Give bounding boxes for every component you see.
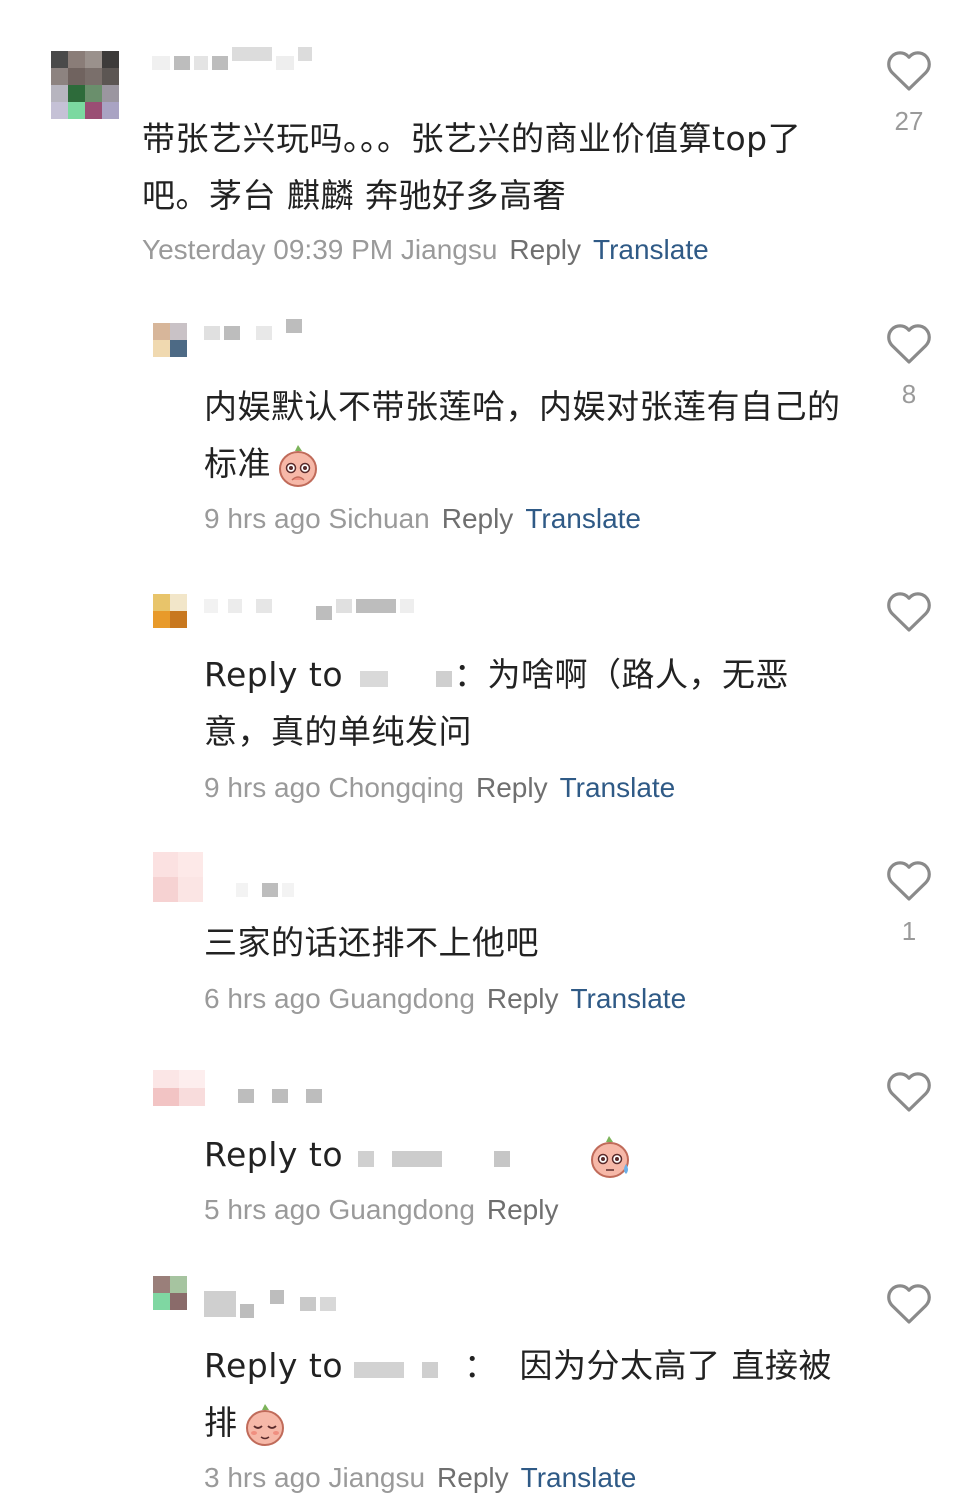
comment-text: 带张艺兴玩吗。。。张艺兴的商业价值算top了吧。茅台 麒麟 奔驰好多高奢 xyxy=(142,119,802,215)
translate-button[interactable]: Translate xyxy=(560,772,676,803)
like-button[interactable] xyxy=(884,1069,934,1113)
comment-meta: 6 hrs ago Guangdong Reply Translate xyxy=(204,982,686,1016)
like-count: 27 xyxy=(894,106,924,136)
comment-location: Jiangsu xyxy=(328,1462,426,1493)
comment-text: Reply to ：为啥啊（路人，无恶意，真的单纯发问 xyxy=(204,646,854,760)
like-button[interactable]: 27 xyxy=(884,48,934,137)
username-masked[interactable] xyxy=(204,1290,336,1318)
avatar[interactable] xyxy=(153,1276,187,1310)
avatar[interactable] xyxy=(153,323,187,357)
comment-meta: Yesterday 09:39 PM Jiangsu Reply Translate xyxy=(142,233,709,267)
mentioned-username-masked[interactable] xyxy=(354,1356,464,1380)
like-count: 1 xyxy=(901,916,917,946)
comment-meta: 9 hrs ago Sichuan Reply Translate xyxy=(204,502,641,536)
like-button[interactable] xyxy=(884,589,934,633)
reply-button[interactable]: Reply xyxy=(487,1194,559,1225)
translate-button[interactable]: Translate xyxy=(570,983,686,1014)
comment-location: Jiangsu xyxy=(400,234,498,265)
like-button[interactable] xyxy=(884,1281,934,1325)
avatar[interactable] xyxy=(153,852,203,902)
comment-time: Yesterday 09:39 PM xyxy=(142,234,394,265)
heart-outline-icon xyxy=(887,324,931,364)
heart-outline-icon xyxy=(887,51,931,91)
comment-location: Guangdong xyxy=(328,1194,475,1225)
heart-outline-icon xyxy=(887,1284,931,1324)
avatar[interactable] xyxy=(153,594,187,628)
translate-button[interactable]: Translate xyxy=(593,234,709,265)
username-masked[interactable] xyxy=(204,596,414,620)
comment-time: 3 hrs ago xyxy=(204,1462,321,1493)
like-button[interactable]: 8 xyxy=(884,321,934,410)
avatar[interactable] xyxy=(51,51,119,119)
heart-outline-icon xyxy=(887,592,931,632)
like-count: 8 xyxy=(901,379,917,409)
comment-location: Chongqing xyxy=(328,772,464,803)
peach-face-emoji xyxy=(588,1134,634,1180)
translate-button[interactable]: Translate xyxy=(525,503,641,534)
like-button[interactable]: 1 xyxy=(884,858,934,947)
comment-time: 9 hrs ago xyxy=(204,503,321,534)
comment-text: Reply to xyxy=(204,1126,854,1183)
comment-location: Guangdong xyxy=(328,983,475,1014)
username-masked[interactable] xyxy=(238,1086,322,1106)
reply-prefix: Reply to xyxy=(204,655,344,694)
comment-time: 6 hrs ago xyxy=(204,983,321,1014)
comment-time: 9 hrs ago xyxy=(204,772,321,803)
comment-meta: 9 hrs ago Chongqing Reply Translate xyxy=(204,771,675,805)
reply-button[interactable]: Reply xyxy=(487,983,559,1014)
reply-button[interactable]: Reply xyxy=(509,234,581,265)
comment-time: 5 hrs ago xyxy=(204,1194,321,1225)
mentioned-username-masked[interactable] xyxy=(354,1145,564,1169)
reply-prefix: Reply to xyxy=(204,1135,344,1174)
reply-button[interactable]: Reply xyxy=(442,503,514,534)
translate-button[interactable]: Translate xyxy=(521,1462,637,1493)
peach-face-emoji xyxy=(275,443,321,489)
comment-meta: 5 hrs ago Guangdong Reply xyxy=(204,1193,558,1227)
heart-outline-icon xyxy=(887,861,931,901)
mentioned-username-masked[interactable] xyxy=(354,665,454,689)
comment-meta: 3 hrs ago Jiangsu Reply Translate xyxy=(204,1461,636,1495)
reply-button[interactable]: Reply xyxy=(437,1462,509,1493)
comment-text: 内娱默认不带张莲哈，内娱对张莲有自己的标准 xyxy=(204,378,854,492)
peach-face-emoji xyxy=(242,1402,288,1448)
heart-outline-icon xyxy=(887,1072,931,1112)
avatar[interactable] xyxy=(153,1070,205,1106)
username-masked[interactable] xyxy=(204,319,302,343)
username-masked[interactable] xyxy=(236,880,294,900)
comment-location: Sichuan xyxy=(328,503,430,534)
comment-text: 三家的话还排不上他吧 xyxy=(204,923,539,962)
reply-button[interactable]: Reply xyxy=(476,772,548,803)
username-masked[interactable] xyxy=(152,47,312,73)
reply-prefix: Reply to xyxy=(204,1346,344,1385)
comment-text: Reply to ： 因为分太高了 直接被排 xyxy=(204,1337,854,1451)
